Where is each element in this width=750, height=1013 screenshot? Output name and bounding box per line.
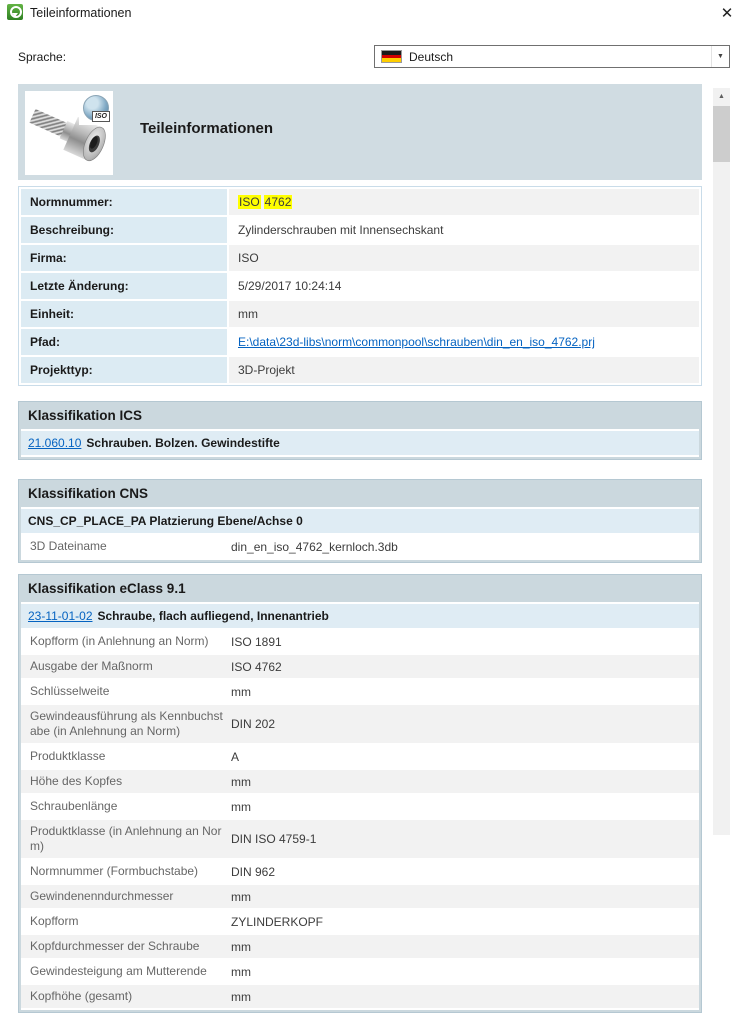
eclass-row: Produktklasse A	[21, 745, 699, 770]
highlight-text: 4762	[263, 195, 293, 209]
cns-row-label: 3D Dateiname	[30, 539, 107, 553]
eclass-description: Schraube, flach aufliegend, Innenantrieb	[97, 609, 329, 623]
eclass-row-label: Schlüsselweite	[30, 684, 110, 698]
eclass-row: Kopfform (in Anlehnung an Norm) ISO 1891	[21, 630, 699, 655]
section-header: Klassifikation eClass 9.1	[28, 581, 186, 596]
eclass-row: Kopfhöhe (gesamt) mm	[21, 985, 699, 1010]
eclass-row: Schlüsselweite mm	[21, 680, 699, 705]
cns-subheader: CNS_CP_PLACE_PA Platzierung Ebene/Achse …	[21, 509, 699, 535]
info-value: 5/29/2017 10:24:14	[229, 273, 699, 299]
section-header: Klassifikation ICS	[28, 408, 143, 423]
section-header: Klassifikation CNS	[28, 486, 149, 501]
vertical-scrollbar[interactable]: ▲	[713, 88, 730, 835]
eclass-row: Ausgabe der Maßnorm ISO 4762	[21, 655, 699, 680]
eclass-row: Kopfform ZYLINDERKOPF	[21, 910, 699, 935]
eclass-row: Gewindeausführung als Kennbuchstabe (in …	[21, 705, 699, 745]
scrollbar-thumb[interactable]	[713, 106, 730, 162]
eclass-row-label: Normnummer (Formbuchstabe)	[30, 864, 199, 878]
eclass-classification-row: 23-11-01-02 Schraube, flach aufliegend, …	[21, 604, 699, 630]
info-label: Firma:	[21, 245, 227, 271]
language-selected-value: Deutsch	[409, 49, 454, 64]
eclass-row-label: Kopfdurchmesser der Schraube	[30, 939, 200, 953]
eclass-row-value: DIN 962	[231, 864, 276, 879]
eclass-row-value: ISO 4762	[231, 659, 282, 674]
german-flag-icon	[381, 50, 402, 63]
eclass-row-label: Ausgabe der Maßnorm	[30, 659, 153, 673]
eclass-row-value: mm	[231, 889, 251, 904]
info-label: Beschreibung:	[21, 217, 227, 243]
info-value-path: E:\data\23d-libs\norm\commonpool\schraub…	[229, 329, 699, 355]
iso-label: ISO	[91, 111, 110, 122]
eclass-row: Kopfdurchmesser der Schraube mm	[21, 935, 699, 960]
eclass-row-label: Gewindenenndurchmesser	[30, 889, 174, 903]
chevron-down-icon[interactable]: ▼	[711, 46, 729, 67]
info-label: Projekttyp:	[21, 357, 227, 383]
eclass-row-label: Kopfform (in Anlehnung an Norm)	[30, 634, 209, 648]
eclass-row: Normnummer (Formbuchstabe) DIN 962	[21, 860, 699, 885]
eclass-row: Produktklasse (in Anlehnung an Norm) DIN…	[21, 820, 699, 860]
app-icon	[7, 4, 23, 20]
part-info-panel: ISO Teileinformationen Normnummer: ISO 47…	[18, 84, 702, 1013]
eclass-row-value: mm	[231, 989, 251, 1004]
eclass-row-label: Kopfhöhe (gesamt)	[30, 989, 133, 1003]
window-title: Teileinformationen	[30, 6, 132, 20]
info-label: Normnummer:	[21, 189, 227, 215]
eclass-row-value: A	[231, 749, 240, 764]
scroll-up-icon[interactable]: ▲	[713, 88, 730, 105]
ics-description: Schrauben. Bolzen. Gewindestifte	[86, 436, 280, 450]
eclass-row-value: mm	[231, 939, 251, 954]
eclass-row-value: DIN 202	[231, 717, 276, 731]
info-value: mm	[229, 301, 699, 327]
info-label: Einheit:	[21, 301, 227, 327]
part-header: ISO Teileinformationen	[18, 84, 702, 180]
info-label: Letzte Änderung:	[21, 273, 227, 299]
info-value: ISO	[229, 245, 699, 271]
info-value: Zylinderschrauben mit Innensechskant	[229, 217, 699, 243]
cns-row: 3D Dateiname din_en_iso_4762_kernloch.3d…	[21, 535, 699, 560]
eclass-row-label: Gewindesteigung am Mutterende	[30, 964, 207, 978]
eclass-row-value: mm	[231, 799, 251, 814]
eclass-code-link[interactable]: 23-11-01-02	[28, 609, 93, 623]
info-value-normnummer: ISO 4762	[229, 189, 699, 215]
eclass-row-label: Produktklasse (in Anlehnung an Norm)	[30, 824, 222, 853]
language-dropdown[interactable]: Deutsch ▼	[374, 45, 730, 68]
page-title: Teileinformationen	[140, 120, 274, 137]
eclass-row-value: mm	[231, 774, 251, 789]
info-value: 3D-Projekt	[229, 357, 699, 383]
section-klassifikation-eclass: Klassifikation eClass 9.1 23-11-01-02 Sc…	[18, 574, 702, 1013]
eclass-row-label: Höhe des Kopfes	[30, 774, 123, 788]
highlight-text: ISO	[238, 195, 261, 209]
eclass-row-value: ZYLINDERKOPF	[231, 914, 324, 929]
eclass-row-label: Kopfform	[30, 914, 79, 928]
part-info-table: Normnummer: ISO 4762 Beschreibung: Zylind…	[18, 186, 702, 386]
eclass-row-label: Gewindeausführung als Kennbuchstabe (in …	[30, 709, 223, 738]
eclass-row-value: mm	[231, 684, 251, 699]
part-image: ISO	[25, 91, 113, 175]
eclass-row-value: ISO 1891	[231, 634, 282, 649]
eclass-row-value: mm	[231, 964, 251, 979]
cns-row-value: din_en_iso_4762_kernloch.3db	[231, 539, 398, 554]
eclass-row-label: Schraubenlänge	[30, 799, 118, 813]
eclass-row: Gewindenenndurchmesser mm	[21, 885, 699, 910]
iso-globe-badge: ISO	[79, 93, 111, 125]
project-path-link[interactable]: E:\data\23d-libs\norm\commonpool\schraub…	[238, 335, 595, 349]
language-label: Sprache:	[18, 50, 67, 64]
info-label: Pfad:	[21, 329, 227, 355]
eclass-row-label: Produktklasse	[30, 749, 106, 763]
eclass-row: Gewindesteigung am Mutterende mm	[21, 960, 699, 985]
section-klassifikation-ics: Klassifikation ICS 21.060.10 Schrauben. …	[18, 401, 702, 460]
eclass-row-value: DIN ISO 4759-1	[231, 832, 317, 846]
ics-code-link[interactable]: 21.060.10	[28, 436, 81, 450]
eclass-row: Schraubenlänge mm	[21, 795, 699, 820]
ics-classification-row: 21.060.10 Schrauben. Bolzen. Gewindestif…	[21, 431, 699, 457]
close-icon[interactable]: ✕	[714, 2, 740, 24]
eclass-row: Höhe des Kopfes mm	[21, 770, 699, 795]
title-bar: Teileinformationen ✕	[0, 0, 750, 26]
section-klassifikation-cns: Klassifikation CNS CNS_CP_PLACE_PA Platz…	[18, 479, 702, 563]
